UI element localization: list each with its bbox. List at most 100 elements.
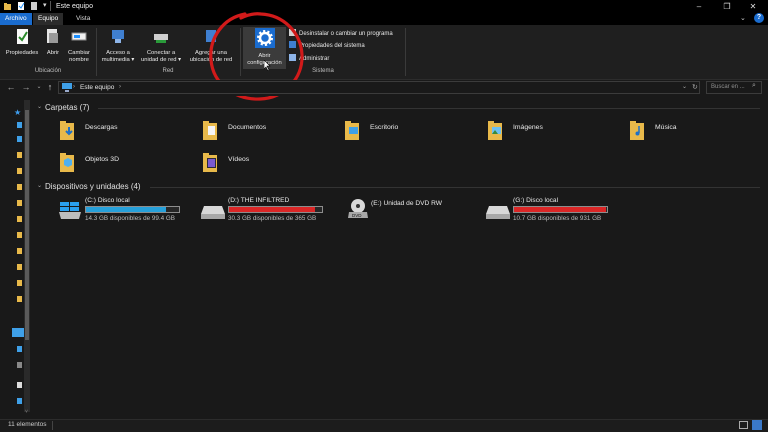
ribbon-divider — [405, 28, 406, 76]
nav-item-icon[interactable] — [17, 122, 22, 128]
tab-vista[interactable]: Vista — [71, 13, 95, 25]
music-folder-icon — [630, 121, 644, 140]
folder-item-escritorio[interactable]: Escritorio — [345, 120, 475, 144]
details-view-icon[interactable] — [739, 421, 748, 429]
nav-item-icon[interactable] — [17, 248, 22, 254]
propiedades-button[interactable]: Propiedades — [3, 28, 41, 57]
nav-item-icon[interactable] — [17, 184, 22, 190]
drive-usage-bar — [513, 206, 608, 213]
drive-usage-bar — [85, 206, 180, 213]
section-carpetas-title[interactable]: Carpetas (7) — [45, 103, 89, 112]
conectar-unidad-red-button[interactable]: Conectar a unidad de red ▾ — [138, 28, 184, 64]
nav-item-icon[interactable] — [17, 168, 22, 174]
acceso-multimedia-label: Acceso a multimedia ▾ — [101, 50, 135, 63]
nav-item-icon[interactable] — [17, 200, 22, 206]
folder-item-videos[interactable]: Vídeos — [203, 152, 333, 176]
this-pc-nav-icon[interactable] — [12, 328, 24, 337]
refresh-icon[interactable]: ↻ — [692, 81, 698, 94]
drive-usage-bar — [228, 206, 323, 213]
maximize-button[interactable]: ❐ — [716, 0, 738, 13]
drive-item-d[interactable]: (D:) THE INFILTRED 30.3 GB disponibles d… — [200, 196, 330, 224]
nav-item-icon[interactable] — [17, 216, 22, 222]
cambiar-nombre-button[interactable]: Cambiar nombre — [64, 28, 94, 64]
hard-drive-icon — [201, 206, 225, 219]
ribbon-divider — [96, 28, 97, 76]
nav-item-icon[interactable] — [17, 280, 22, 286]
status-bar — [0, 419, 768, 432]
rename-icon — [71, 32, 87, 41]
nav-item-icon[interactable] — [17, 232, 22, 238]
nav-item-icon[interactable] — [17, 152, 22, 158]
up-arrow-icon[interactable]: ↑ — [45, 81, 55, 94]
title-bar — [0, 0, 768, 13]
breadcrumb-chevron-icon[interactable]: › — [119, 81, 121, 94]
drive-item-g[interactable]: (G:) Disco local 10.7 GB disponibles de … — [485, 196, 615, 224]
drive-item-e[interactable]: DVD (E:) Unidad de DVD RW — [343, 196, 473, 224]
status-divider — [52, 421, 53, 430]
breadcrumb-este-equipo[interactable]: Este equipo — [80, 81, 114, 94]
nav-item-icon[interactable] — [17, 296, 22, 302]
folder-item-documentos[interactable]: Documentos — [203, 120, 333, 144]
pictures-folder-icon — [488, 121, 502, 140]
nav-item-icon[interactable] — [17, 382, 22, 388]
quick-access-star-icon[interactable]: ★ — [14, 108, 21, 117]
abrir-button[interactable]: Abrir — [43, 28, 63, 57]
collapse-dispositivos-icon[interactable]: ⌄ — [37, 182, 42, 189]
nav-item-icon[interactable] — [17, 136, 22, 142]
drive-name: (D:) THE INFILTRED — [228, 197, 290, 204]
folder-item-musica[interactable]: Música — [630, 120, 750, 144]
folder-icon — [4, 3, 11, 10]
collapse-carpetas-icon[interactable]: ⌄ — [37, 103, 42, 110]
media-access-icon — [112, 30, 124, 43]
tab-equipo[interactable]: Equipo — [33, 13, 64, 25]
drive-usage-fill — [514, 207, 607, 212]
drive-name: (G:) Disco local — [513, 197, 559, 204]
nav-scroll-down-icon[interactable]: ˅ — [25, 409, 28, 415]
qat-dropdown-icon[interactable]: ▾ — [43, 1, 47, 9]
nav-item-icon[interactable] — [17, 346, 22, 352]
nav-scroll-thumb[interactable] — [25, 110, 29, 340]
address-bar[interactable] — [58, 81, 700, 94]
videos-folder-icon — [203, 153, 217, 172]
forward-arrow-icon[interactable]: → — [21, 81, 31, 94]
status-item-count: 11 elementos — [8, 421, 47, 428]
folder-label: Vídeos — [228, 156, 250, 163]
minimize-button[interactable]: – — [688, 0, 710, 13]
nav-item-icon[interactable] — [17, 362, 22, 368]
folder-item-descargas[interactable]: Descargas — [60, 120, 190, 144]
section-dispositivos-title[interactable]: Dispositivos y unidades (4) — [45, 182, 141, 191]
recent-dropdown-icon[interactable]: ⌄ — [34, 81, 44, 94]
collapse-ribbon-icon[interactable]: ⌄ — [740, 14, 746, 22]
nav-item-icon[interactable] — [17, 264, 22, 270]
new-folder-qat-icon[interactable] — [31, 2, 38, 10]
folder-item-imagenes[interactable]: Imágenes — [488, 120, 618, 144]
tab-archivo[interactable]: Archivo — [0, 13, 32, 25]
downloads-folder-icon — [60, 121, 74, 140]
drive-item-c[interactable]: (C:) Disco local 14.3 GB disponibles de … — [57, 196, 187, 224]
3d-objects-folder-icon — [60, 153, 74, 172]
folder-label: Escritorio — [370, 124, 399, 131]
back-arrow-icon[interactable]: ← — [6, 81, 16, 94]
large-icons-view-icon[interactable] — [752, 420, 762, 430]
dvd-drive-icon: DVD — [348, 199, 368, 218]
close-button[interactable]: ✕ — [742, 0, 764, 13]
map-drive-icon — [154, 34, 168, 43]
folder-label: Objetos 3D — [85, 156, 120, 163]
desinstalar-label: Desinstalar o cambiar un programa — [299, 31, 393, 37]
drive-free-space: 14.3 GB disponibles de 99.4 GB — [85, 215, 175, 222]
ribbon-tabs — [0, 13, 768, 25]
properties-qat-icon[interactable] — [18, 2, 25, 10]
acceso-multimedia-button[interactable]: Acceso a multimedia ▾ — [98, 28, 138, 64]
address-dropdown-icon[interactable]: ⌄ — [682, 81, 687, 94]
group-ubicacion: Ubicación — [34, 68, 62, 74]
title-separator — [50, 1, 51, 11]
nav-item-icon[interactable] — [17, 398, 22, 404]
drive-usage-fill — [229, 207, 315, 212]
conectar-unidad-red-label: Conectar a unidad de red ▾ — [141, 50, 181, 63]
breadcrumb-separator-icon: › — [73, 84, 75, 90]
section-divider — [150, 187, 760, 188]
documents-folder-icon — [203, 121, 217, 140]
desktop-folder-icon — [345, 121, 359, 140]
folder-item-objetos-3d[interactable]: Objetos 3D — [60, 152, 190, 176]
help-icon[interactable]: ? — [754, 13, 764, 23]
